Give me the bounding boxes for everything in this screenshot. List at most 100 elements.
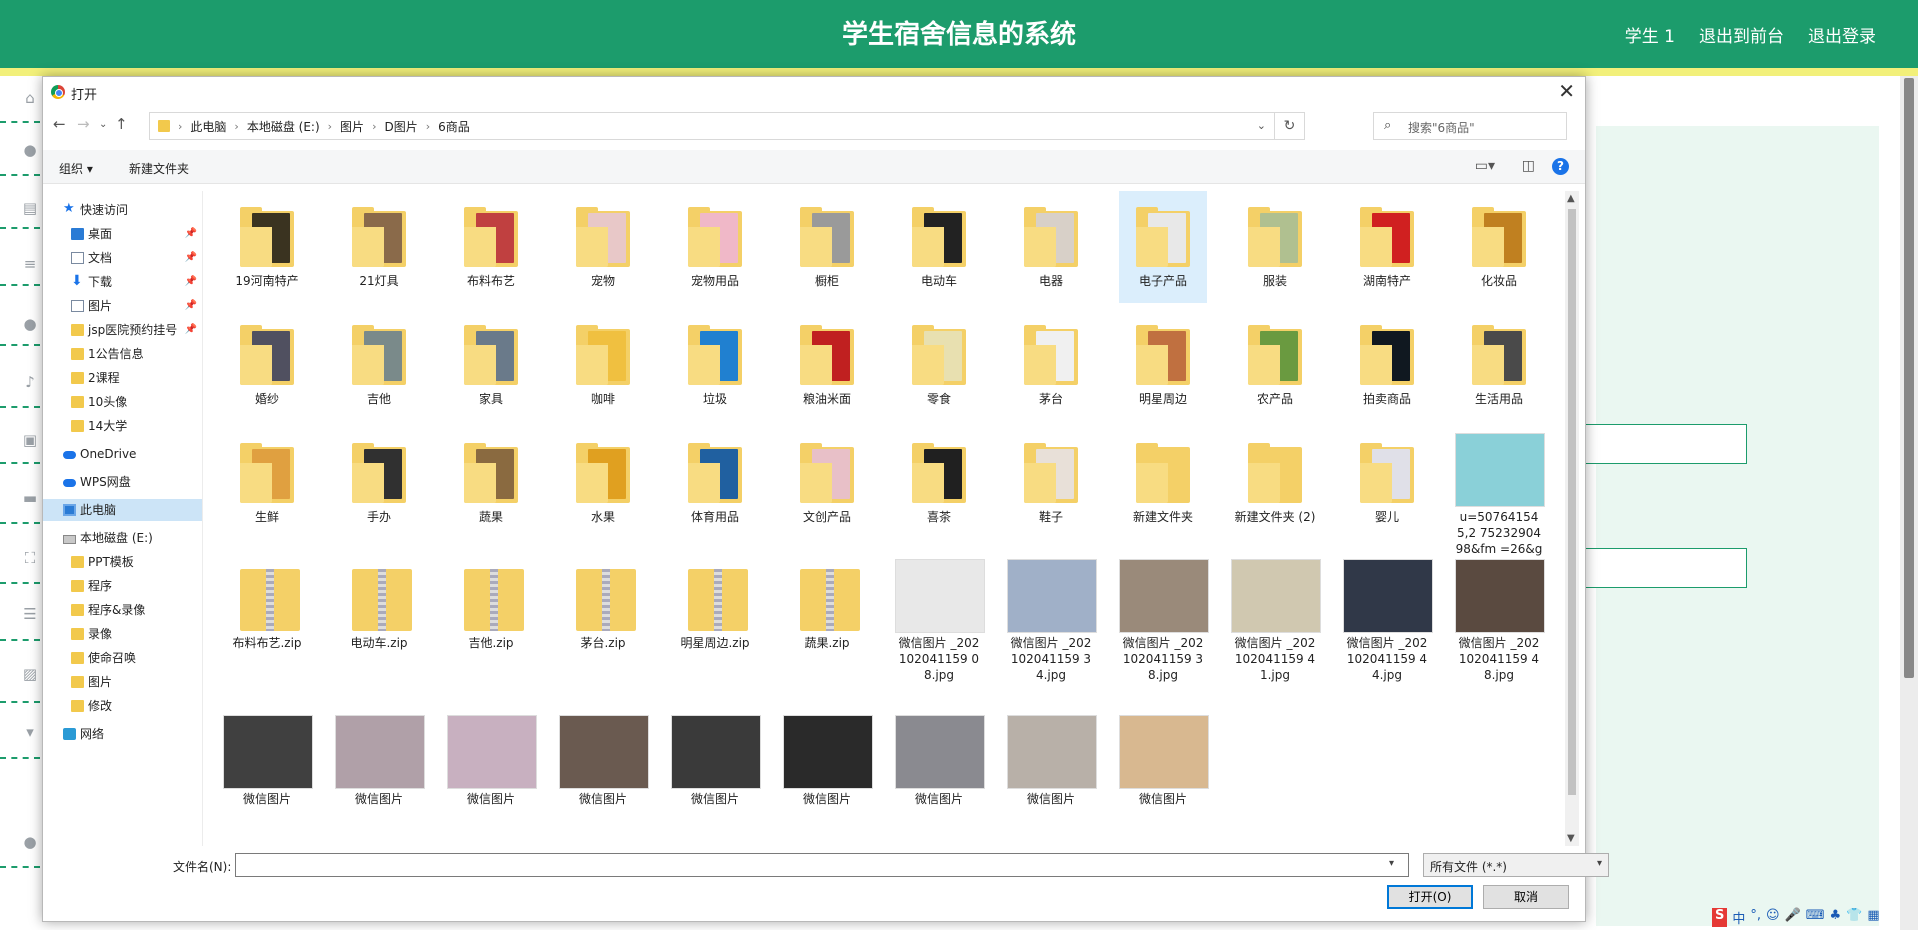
folder-item[interactable]: 垃圾 — [671, 309, 759, 421]
refresh-icon[interactable]: ↻ — [1274, 113, 1304, 139]
sidebar-item[interactable]: 程序 — [43, 575, 202, 597]
open-button[interactable]: 打开(O) — [1387, 885, 1473, 909]
help-icon[interactable]: ? — [1552, 158, 1569, 175]
ime-mode-icon[interactable]: 中 — [1732, 908, 1745, 927]
sidebar-item[interactable]: 1公告信息 — [43, 343, 202, 365]
address-bar[interactable]: › 此电脑 › 本地磁盘 (E:) › 图片 › D图片 › 6商品 ⌄ ↻ — [149, 112, 1305, 140]
truck-icon[interactable]: ▬ — [22, 490, 38, 506]
image-file-item[interactable]: 微信图片 _202102041159 41.jpg — [1231, 553, 1321, 682]
breadcrumb-d-pictures[interactable]: D图片 — [384, 118, 425, 135]
sidebar-item[interactable]: 图片 — [43, 671, 202, 693]
zip-file-item[interactable]: 茅台.zip — [559, 553, 647, 675]
breadcrumb-drive-e[interactable]: 本地磁盘 (E:) — [247, 118, 328, 135]
sogou-icon[interactable]: S — [1712, 908, 1728, 927]
background-input[interactable] — [1583, 548, 1747, 588]
sidebar-item[interactable]: 修改 — [43, 695, 202, 717]
folder-item[interactable]: 宠物 — [559, 191, 647, 303]
folder-item[interactable]: 湖南特产 — [1343, 191, 1431, 303]
image-file-item[interactable]: 微信图片 _202102041159 34.jpg — [1007, 553, 1097, 682]
breadcrumb-products[interactable]: 6商品 — [438, 118, 478, 135]
sidebar-item[interactable]: 2课程 — [43, 367, 202, 389]
grid-icon[interactable]: ▦ — [1867, 908, 1879, 927]
image-file-item[interactable]: 微信图片 — [671, 709, 761, 821]
folder-item[interactable]: 新建文件夹 (2) — [1231, 427, 1319, 549]
user-icon[interactable]: ● — [22, 142, 38, 158]
scrollbar-thumb[interactable] — [1568, 209, 1576, 795]
chevron-right-icon[interactable]: › — [178, 120, 190, 133]
folder-item[interactable]: 生鲜 — [223, 427, 311, 549]
image-file-item[interactable]: 微信图片 — [895, 709, 985, 821]
chart-icon[interactable]: ▨ — [22, 666, 38, 682]
sliders-icon[interactable]: ≡ — [22, 256, 38, 272]
image-file-item[interactable]: 微信图片 _202102041159 38.jpg — [1119, 553, 1209, 682]
folder-item[interactable]: 化妆品 — [1455, 191, 1543, 303]
close-icon[interactable]: ✕ — [1558, 79, 1575, 103]
folder-item[interactable]: 服装 — [1231, 191, 1319, 303]
zip-file-item[interactable]: 明星周边.zip — [671, 553, 759, 675]
person-icon[interactable]: ● — [22, 316, 38, 332]
folder-item[interactable]: 手办 — [335, 427, 423, 549]
zip-file-item[interactable]: 吉他.zip — [447, 553, 535, 675]
clipboard-icon[interactable]: ▤ — [22, 200, 38, 216]
folder-item[interactable]: 宠物用品 — [671, 191, 759, 303]
sidebar-item[interactable]: 图片 📌 — [43, 295, 202, 317]
folder-item[interactable]: 婴儿 — [1343, 427, 1431, 549]
image-file-item[interactable]: 微信图片 — [335, 709, 425, 821]
sidebar-item[interactable]: 10头像 — [43, 391, 202, 413]
folder-item[interactable]: 21灯具 — [335, 191, 423, 303]
folder-item[interactable]: 咖啡 — [559, 309, 647, 421]
folder-item[interactable]: 粮油米面 — [783, 309, 871, 421]
nav-user[interactable]: 学生 1 — [1625, 22, 1675, 47]
folder-item[interactable]: 电动车 — [895, 191, 983, 303]
sidebar-item[interactable]: WPS网盘 — [43, 471, 202, 493]
chevron-right-icon[interactable]: › — [426, 120, 438, 133]
image-file-item[interactable]: 微信图片 _202102041159 08.jpg — [895, 553, 985, 682]
mic-icon[interactable]: 🎤 — [1785, 908, 1801, 927]
sidebar-item[interactable]: OneDrive — [43, 443, 202, 465]
new-folder-button[interactable]: 新建文件夹 — [129, 160, 189, 177]
keyboard-icon[interactable]: ⌨ — [1806, 908, 1825, 927]
image-file-item[interactable]: 微信图片 — [223, 709, 313, 821]
sidebar-item[interactable]: 本地磁盘 (E:) — [43, 527, 202, 549]
nav-logout[interactable]: 退出登录 — [1808, 22, 1876, 47]
sidebar-item[interactable]: 网络 — [43, 723, 202, 745]
folder-item[interactable]: 零食 — [895, 309, 983, 421]
background-input[interactable] — [1583, 424, 1747, 464]
folder-item[interactable]: 蔬果 — [447, 427, 535, 549]
scroll-down-icon[interactable]: ▼ — [1567, 833, 1575, 844]
image-file-item[interactable]: 微信图片 — [1007, 709, 1097, 821]
filename-input[interactable] — [235, 853, 1409, 877]
home-icon[interactable]: ⌂ — [22, 90, 38, 106]
zip-file-item[interactable]: 布料布艺.zip — [223, 553, 311, 675]
chevron-right-icon[interactable]: › — [234, 120, 246, 133]
image-file-item[interactable]: 微信图片 — [1119, 709, 1209, 821]
folder-item[interactable]: 体育用品 — [671, 427, 759, 549]
nav-back-to-front[interactable]: 退出到前台 — [1699, 22, 1784, 47]
sidebar-item[interactable]: ⬇ 下载 📌 — [43, 271, 202, 293]
folder-item[interactable]: 农产品 — [1231, 309, 1319, 421]
sidebar-item[interactable]: ★ 快速访问 — [43, 199, 202, 221]
sidebar-item[interactable]: 文档 📌 — [43, 247, 202, 269]
forward-arrow-icon[interactable]: → — [77, 115, 90, 133]
zip-file-item[interactable]: 蔬果.zip — [783, 553, 871, 675]
scroll-up-icon[interactable]: ▲ — [1567, 193, 1575, 204]
file-list-scrollbar[interactable]: ▲ ▼ — [1565, 191, 1579, 846]
folder-item[interactable]: 吉他 — [335, 309, 423, 421]
image-file-item[interactable]: 微信图片 _202102041159 44.jpg — [1343, 553, 1433, 682]
mic-icon[interactable]: ♪ — [22, 374, 38, 390]
sidebar-item[interactable]: jsp医院预约挂号 📌 — [43, 319, 202, 341]
sidebar-item[interactable]: 录像 — [43, 623, 202, 645]
folder-item[interactable]: 喜茶 — [895, 427, 983, 549]
sidebar-item[interactable]: 使命召唤 — [43, 647, 202, 669]
list-icon[interactable]: ☰ — [22, 606, 38, 622]
folder-item[interactable]: 电子产品 — [1119, 191, 1207, 303]
folder-item[interactable]: 拍卖商品 — [1343, 309, 1431, 421]
search-input[interactable]: ⌕ 搜索"6商品" — [1373, 112, 1567, 140]
folder-item[interactable]: 水果 — [559, 427, 647, 549]
file-list[interactable]: 19河南特产 21灯具 布料布艺 宠物 宠物用品 橱柜 电动车 电器 电子产品 服装 湖南特产 化妆品… — [208, 191, 1560, 846]
chevron-right-icon[interactable]: › — [328, 120, 340, 133]
ime-toolbar[interactable]: S 中 °, ☺ 🎤 ⌨ ♣ 👕 ▦ — [1712, 908, 1880, 927]
sidebar-item[interactable]: 程序&录像 — [43, 599, 202, 621]
tools-icon[interactable]: ♣ — [1830, 908, 1842, 927]
filename-dropdown-icon[interactable]: ▾ — [1389, 858, 1394, 869]
